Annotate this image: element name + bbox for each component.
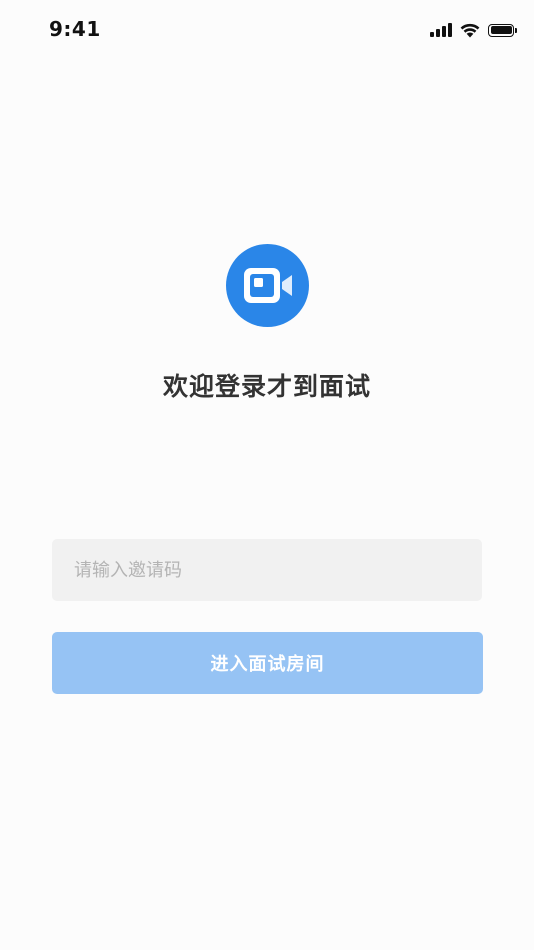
- wifi-icon: [460, 23, 480, 37]
- status-bar: 9:41: [0, 0, 534, 60]
- status-time: 9:41: [49, 17, 101, 41]
- app-logo: [226, 244, 309, 327]
- status-icons: [430, 20, 517, 40]
- battery-icon: [488, 23, 517, 37]
- video-camera-icon: [244, 268, 292, 303]
- signal-icon: [430, 23, 452, 37]
- enter-interview-room-button[interactable]: 进入面试房间: [52, 632, 483, 694]
- welcome-title: 欢迎登录才到面试: [162, 372, 371, 401]
- invite-code-input[interactable]: [52, 539, 482, 601]
